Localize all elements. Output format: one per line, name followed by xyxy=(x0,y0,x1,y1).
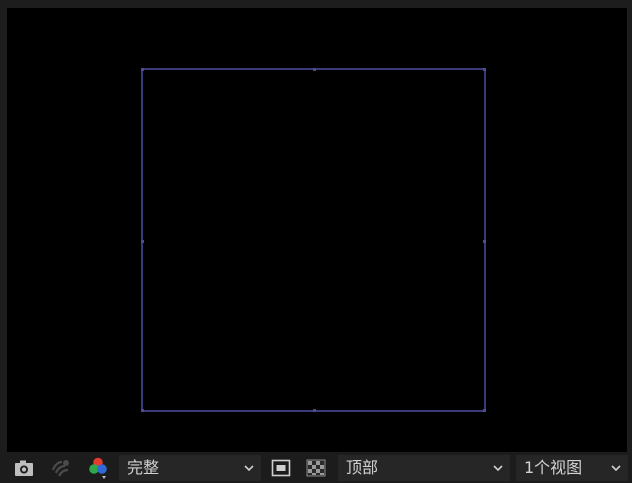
chevron-down-icon xyxy=(493,465,503,472)
composition-viewport[interactable] xyxy=(7,8,627,452)
handle-middle-left[interactable] xyxy=(141,240,144,243)
view-layout-label: 1个视图 xyxy=(524,458,583,477)
handle-middle-right[interactable] xyxy=(483,240,486,243)
chevron-down-icon xyxy=(611,465,621,472)
resolution-dropdown[interactable]: 完整 xyxy=(119,455,261,481)
view-dropdown[interactable]: 顶部 xyxy=(338,455,510,481)
composition-panel: 完整 顶部 1个视图 xyxy=(0,0,632,483)
handle-top-right[interactable] xyxy=(483,68,486,71)
handle-bottom-right[interactable] xyxy=(483,409,486,412)
handle-top-middle[interactable] xyxy=(313,68,316,71)
handle-bottom-left[interactable] xyxy=(141,409,144,412)
camera-icon[interactable] xyxy=(13,457,35,479)
view-label: 顶部 xyxy=(346,458,379,477)
viewer-toolbar: 完整 顶部 1个视图 xyxy=(0,452,632,483)
composition-frame[interactable] xyxy=(141,68,486,412)
rgb-channels-icon[interactable] xyxy=(87,457,109,479)
handle-bottom-middle[interactable] xyxy=(313,409,316,412)
handle-top-left[interactable] xyxy=(141,68,144,71)
chevron-down-icon xyxy=(244,465,254,472)
view-layout-dropdown[interactable]: 1个视图 xyxy=(516,455,628,481)
resolution-label: 完整 xyxy=(127,458,160,477)
transparency-grid-icon[interactable] xyxy=(305,457,327,479)
show-snapshot-icon[interactable] xyxy=(50,457,72,479)
toggle-mask-icon[interactable] xyxy=(270,457,292,479)
